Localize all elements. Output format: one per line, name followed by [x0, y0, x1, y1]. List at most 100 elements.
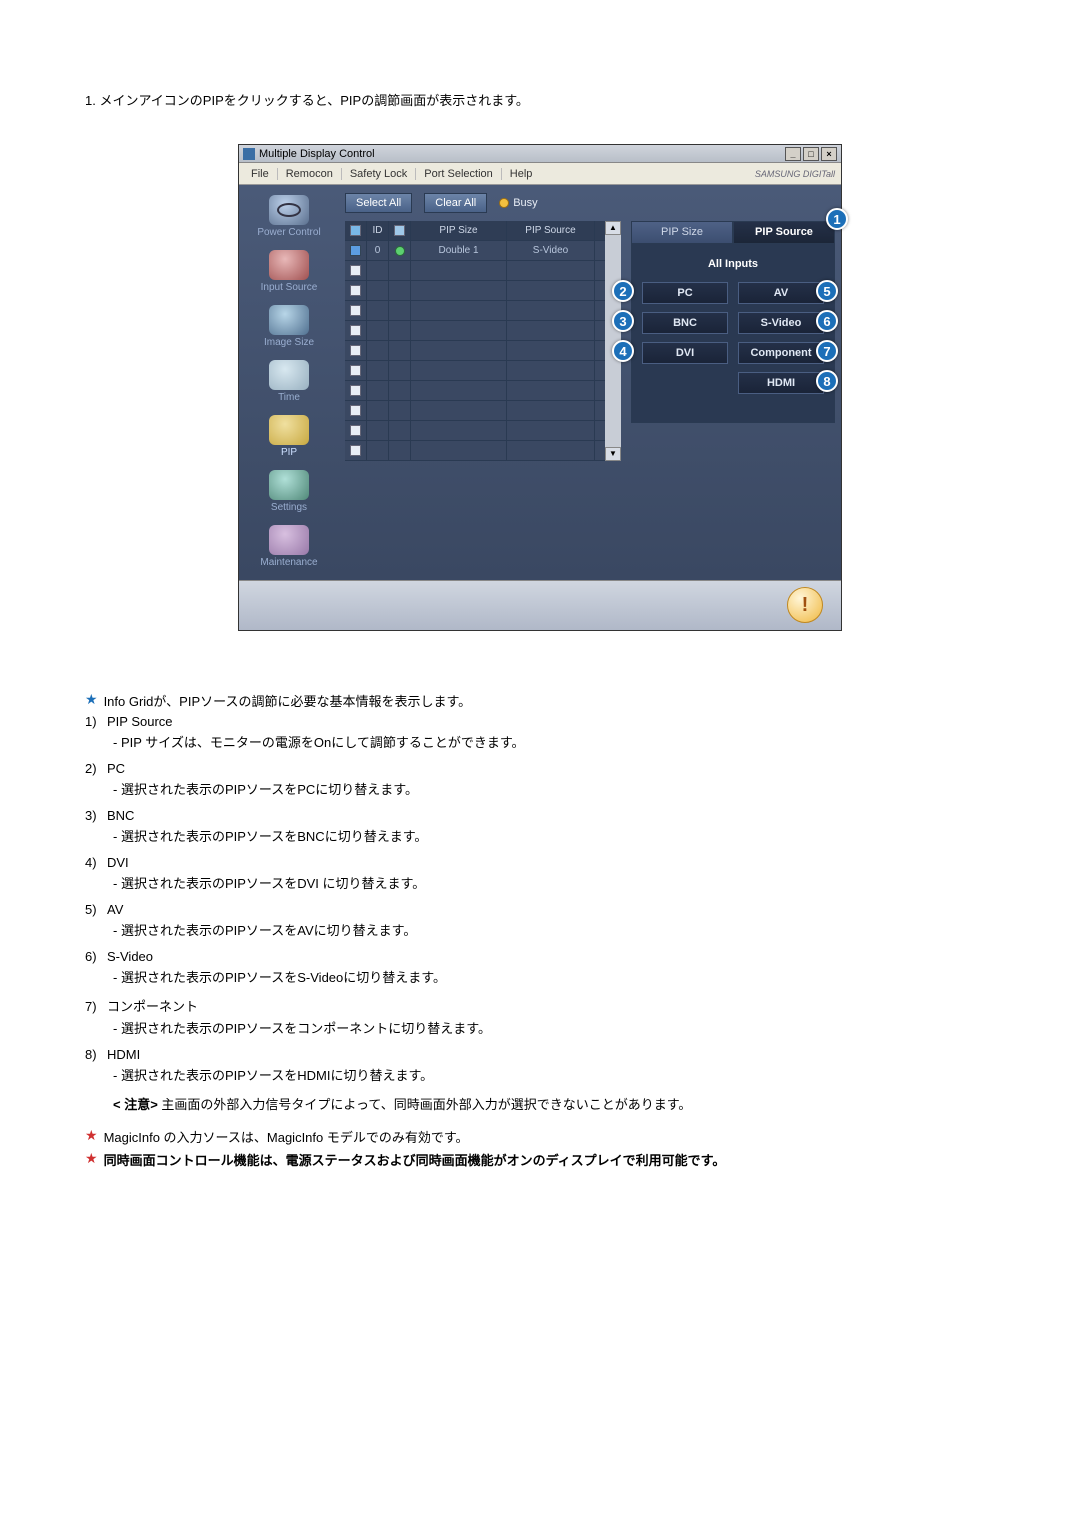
row-checkbox-icon[interactable]: [350, 305, 361, 316]
intro-text: 1. メインアイコンのPIPをクリックすると、PIPの調節画面が表示されます。: [85, 90, 995, 109]
sidebar-item-maintenance[interactable]: Maintenance: [244, 523, 334, 572]
row-checkbox-icon[interactable]: [350, 445, 361, 456]
table-row[interactable]: [345, 381, 605, 401]
busy-label: Busy: [513, 197, 537, 209]
table-row[interactable]: [345, 361, 605, 381]
row-checkbox-icon[interactable]: [350, 385, 361, 396]
sidebar-item-pip[interactable]: PIP: [244, 413, 334, 462]
table-row[interactable]: [345, 421, 605, 441]
list-title: BNC: [107, 808, 134, 823]
menu-remocon[interactable]: Remocon: [278, 168, 342, 180]
menu-help[interactable]: Help: [502, 168, 541, 180]
callout-8: 8: [816, 370, 838, 392]
source-pc-button[interactable]: PC: [642, 282, 728, 304]
source-dvi-button[interactable]: DVI: [642, 342, 728, 364]
row-checkbox-icon[interactable]: [350, 325, 361, 336]
sidebar-item-input-source[interactable]: Input Source: [244, 248, 334, 297]
list-title: DVI: [107, 855, 129, 870]
tab-pip-size[interactable]: PIP Size: [631, 221, 733, 243]
clear-all-button[interactable]: Clear All: [424, 193, 487, 213]
table-row[interactable]: [345, 401, 605, 421]
sidebar-item-power-control[interactable]: Power Control: [244, 193, 334, 242]
source-bnc-button[interactable]: BNC: [642, 312, 728, 334]
source-av-button[interactable]: AV: [738, 282, 824, 304]
row-checkbox-icon[interactable]: [350, 425, 361, 436]
maximize-button[interactable]: □: [803, 147, 819, 161]
list-desc: - PIP サイズは、モニターの電源をOnにして調節することができます。: [113, 732, 995, 751]
row-checkbox-icon[interactable]: [350, 285, 361, 296]
sidebar-label: Time: [244, 392, 334, 403]
callout-5: 5: [816, 280, 838, 302]
table-row[interactable]: [345, 301, 605, 321]
table-row[interactable]: [345, 321, 605, 341]
busy-indicator: Busy: [499, 197, 537, 209]
sidebar-item-settings[interactable]: Settings: [244, 468, 334, 517]
input-source-icon: [269, 250, 309, 280]
sidebar-item-time[interactable]: Time: [244, 358, 334, 407]
list-title: S-Video: [107, 949, 153, 964]
sidebar: Power Control Input Source Image Size Ti…: [239, 185, 339, 580]
menu-port-selection[interactable]: Port Selection: [416, 168, 501, 180]
table-row[interactable]: 0 Double 1 S-Video: [345, 241, 605, 261]
status-bar: !: [239, 580, 841, 630]
warning-icon: !: [787, 587, 823, 623]
sidebar-label: PIP: [244, 447, 334, 458]
row-checkbox-icon[interactable]: [350, 365, 361, 376]
window-title: Multiple Display Control: [259, 148, 375, 160]
list-number: 2): [85, 761, 107, 776]
source-hdmi-button[interactable]: HDMI: [738, 372, 824, 394]
row-checkbox-icon[interactable]: [350, 405, 361, 416]
app-icon: [243, 148, 255, 160]
row-checkbox-icon[interactable]: [350, 345, 361, 356]
caution-note: < 注意> 主画面の外部入力信号タイプによって、同時画面外部入力が選択できないこ…: [113, 1094, 995, 1113]
col-pip-source: PIP Source: [507, 221, 595, 240]
list-desc: - 選択された表示のPIPソースをPCに切り替えます。: [113, 779, 995, 798]
image-size-icon: [269, 305, 309, 335]
list-desc: - 選択された表示のPIPソースをBNCに切り替えます。: [113, 826, 995, 845]
checkbox-icon: [350, 225, 361, 236]
pip-icon: [269, 415, 309, 445]
menu-safety-lock[interactable]: Safety Lock: [342, 168, 416, 180]
list-number: 5): [85, 902, 107, 917]
sidebar-label: Input Source: [244, 282, 334, 293]
source-component-button[interactable]: Component: [738, 342, 824, 364]
caution-text: 主画面の外部入力信号タイプによって、同時画面外部入力が選択できないことがあります…: [158, 1097, 692, 1112]
tab-pip-source[interactable]: PIP Source 1: [733, 221, 835, 243]
callout-3: 3: [612, 310, 634, 332]
list-number: 8): [85, 1047, 107, 1062]
power-icon: [269, 195, 309, 225]
all-inputs-label: All Inputs: [642, 258, 824, 270]
row-checkbox-icon[interactable]: [350, 265, 361, 276]
table-row[interactable]: [345, 281, 605, 301]
table-row[interactable]: [345, 441, 605, 461]
list-title: PC: [107, 761, 125, 776]
col-id: ID: [367, 221, 389, 240]
brand-label: SAMSUNG DIGITall: [755, 169, 835, 179]
close-button[interactable]: ×: [821, 147, 837, 161]
star-icon: ★: [85, 691, 98, 707]
scroll-up-icon[interactable]: ▲: [605, 221, 621, 235]
source-svideo-button[interactable]: S-Video: [738, 312, 824, 334]
menu-file[interactable]: File: [243, 168, 278, 180]
col-checkbox[interactable]: [345, 221, 367, 240]
info-grid-note: Info Gridが、PIPソースの調節に必要な基本情報を表示します。: [104, 691, 472, 710]
list-desc: - 選択された表示のPIPソースをDVI に切り替えます。: [113, 873, 995, 892]
table-row[interactable]: [345, 261, 605, 281]
notes-list: 1)PIP Source - PIP サイズは、モニターの電源をOnにして調節す…: [85, 714, 995, 1113]
select-all-button[interactable]: Select All: [345, 193, 412, 213]
callout-2: 2: [612, 280, 634, 302]
row-checkbox-icon[interactable]: [350, 245, 361, 256]
row-pip-source: S-Video: [507, 241, 595, 260]
sidebar-item-image-size[interactable]: Image Size: [244, 303, 334, 352]
minimize-button[interactable]: _: [785, 147, 801, 161]
list-desc: - 選択された表示のPIPソースをAVに切り替えます。: [113, 920, 995, 939]
list-number: 1): [85, 714, 107, 729]
callout-1: 1: [826, 208, 848, 230]
menubar: File Remocon Safety Lock Port Selection …: [239, 163, 841, 185]
maintenance-icon: [269, 525, 309, 555]
table-row[interactable]: [345, 341, 605, 361]
scroll-down-icon[interactable]: ▼: [605, 447, 621, 461]
col-pip-size: PIP Size: [411, 221, 507, 240]
magicinfo-note: MagicInfo の入力ソースは、MagicInfo モデルでのみ有効です。: [104, 1127, 469, 1146]
star-icon: ★: [85, 1127, 98, 1143]
